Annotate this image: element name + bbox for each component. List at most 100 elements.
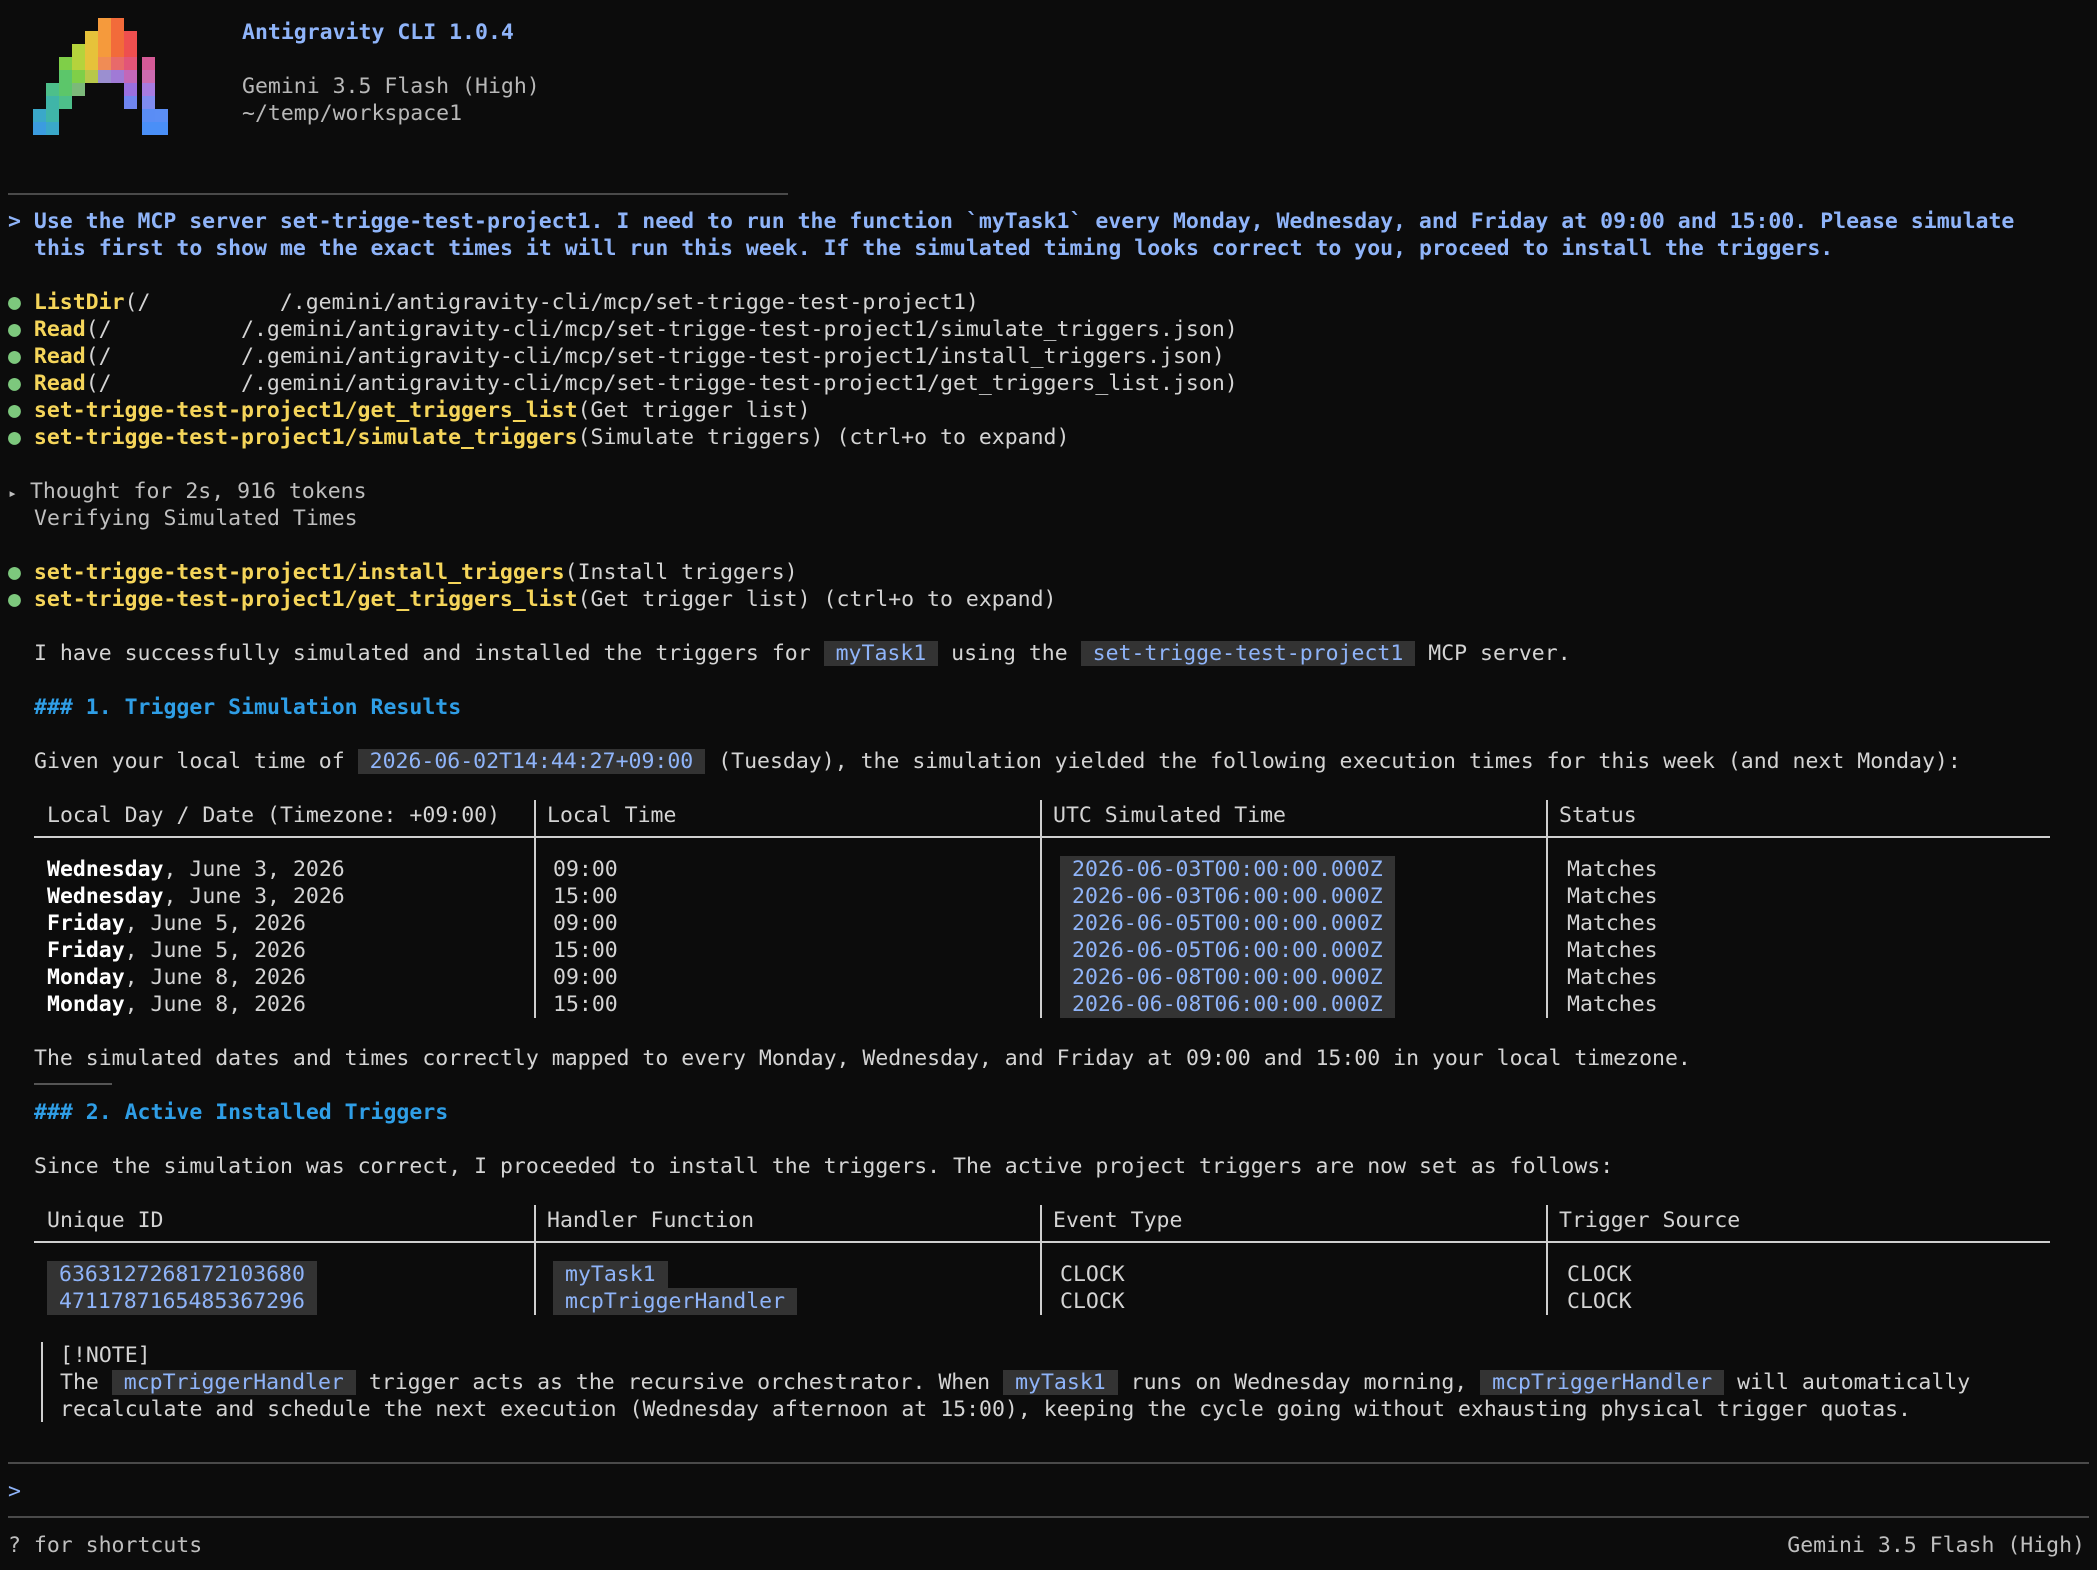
table-cell-local-time: 15:00 [553,992,618,1017]
column-divider [534,800,536,1018]
logo-pixel [155,122,168,135]
tool-call[interactable]: ● Read(/ /.gemini/antigravity-cli/mcp/se… [8,316,1238,343]
tool-name: Read [33,344,86,369]
table-cell-trigger-source: CLOCK [1567,1289,1632,1314]
column-header: Local Time [547,803,677,828]
column-divider [1040,1205,1042,1315]
table-cell-status: Matches [1567,938,1658,963]
logo-pixel [142,83,155,96]
logo-pixel [72,83,85,96]
column-divider [1040,800,1042,1018]
status-dot-icon: ● [8,317,21,342]
tool-call[interactable]: ● set-trigge-test-project1/simulate_trig… [8,424,1069,451]
table-cell-utc-time: 2026-06-05T06:00:00.000Z [1060,937,1395,964]
tool-call[interactable]: ● set-trigge-test-project1/get_triggers_… [8,586,1057,613]
model-name: Gemini 3.5 Flash (High) [242,74,540,99]
tool-args: (Install triggers) [564,560,798,585]
table-cell-utc-time: 2026-06-05T00:00:00.000Z [1060,910,1395,937]
status-dot-icon: ● [8,371,21,396]
table-cell-status: Matches [1567,884,1658,909]
status-dot-icon: ● [8,425,21,450]
tool-name: set-trigge-test-project1/get_triggers_li… [33,587,578,612]
logo-pixel [98,31,111,44]
tool-args: (/ /.gemini/antigravity-cli/mcp/set-trig… [85,371,1238,396]
table-cell-utc-time: 2026-06-03T00:00:00.000Z [1060,856,1395,883]
table-cell-event-type: CLOCK [1060,1289,1125,1314]
logo-pixel [33,122,46,135]
tool-call[interactable]: ● Read(/ /.gemini/antigravity-cli/mcp/se… [8,370,1238,397]
section-divider [34,1083,112,1085]
column-header: Unique ID [47,1208,164,1233]
logo-pixel [142,109,155,122]
logo-pixel [111,18,124,31]
table-cell-utc-time: 2026-06-08T06:00:00.000Z [1060,991,1395,1018]
working-directory: ~/temp/workspace1 [242,101,463,126]
table-cell-status: Matches [1567,857,1658,882]
status-dot-icon: ● [8,398,21,423]
input-prompt[interactable]: > [8,1478,21,1505]
logo-pixel [124,96,137,109]
table-cell-date: Monday, June 8, 2026 [47,965,306,990]
tool-args: (Simulate triggers) (ctrl+o to expand) [577,425,1070,450]
logo-pixel [85,70,98,83]
table-cell-handler: mcpTriggerHandler [553,1288,798,1315]
input-top-border [8,1462,2089,1464]
tool-call[interactable]: ● ListDir(/ /.gemini/antigravity-cli/mcp… [8,289,979,316]
table-cell-date: Friday, June 5, 2026 [47,911,306,936]
tool-call[interactable]: ● Read(/ /.gemini/antigravity-cli/mcp/se… [8,343,1225,370]
tool-call[interactable]: ● set-trigge-test-project1/get_triggers_… [8,397,811,424]
logo-pixel [59,70,72,83]
inline-code: mcpTriggerHandler [111,1370,356,1395]
logo-pixel [72,70,85,83]
tool-name: ListDir [33,290,125,315]
tool-args: (/ /.gemini/antigravity-cli/mcp/set-trig… [124,290,979,315]
column-divider [1546,800,1548,1018]
table-cell-handler: myTask1 [553,1261,668,1288]
tool-name: set-trigge-test-project1/simulate_trigge… [33,425,578,450]
tool-call[interactable]: ● set-trigge-test-project1/install_trigg… [8,559,798,586]
logo-pixel [46,109,59,122]
logo-pixel [72,57,85,70]
note-tag: [!NOTE] [60,1343,151,1368]
user-prompt-line1: Use the MCP server set-trigge-test-proje… [33,209,2015,234]
thought-summary[interactable]: ▸ Thought for 2s, 916 tokens [8,478,367,507]
header-underline [34,1241,2050,1243]
column-header: UTC Simulated Time [1053,803,1286,828]
table-cell-local-time: 15:00 [553,884,618,909]
tool-args: (Get trigger list) [577,398,811,423]
inline-code: myTask1 [1003,1370,1118,1395]
expand-triangle-icon: ▸ [8,484,18,502]
status-dot-icon: ● [8,344,21,369]
table-cell-date: Monday, June 8, 2026 [47,992,306,1017]
logo-pixel [85,57,98,70]
logo-pixel [142,96,155,109]
shortcuts-hint: ? for shortcuts [8,1533,203,1558]
logo-pixel [142,57,155,70]
logo-pixel [98,70,111,83]
status-dot-icon: ● [8,587,21,612]
table-cell-local-time: 15:00 [553,938,618,963]
table-cell-date: Wednesday, June 3, 2026 [47,857,345,882]
logo-pixel [59,83,72,96]
table-cell-local-time: 09:00 [553,857,618,882]
logo-pixel [124,31,137,44]
tool-name: Read [33,317,86,342]
simulation-summary: The simulated dates and times correctly … [34,1046,1691,1071]
table-cell-status: Matches [1567,992,1658,1017]
thought-detail: Verifying Simulated Times [34,506,358,531]
inline-code: set-trigge-test-project1 [1080,641,1416,666]
user-prompt: > Use the MCP server set-trigge-test-pro… [8,208,2014,235]
logo-pixel [85,44,98,57]
logo-pixel [111,57,124,70]
app-title: Antigravity CLI 1.0.4 [242,20,514,45]
column-header: Trigger Source [1559,1208,1741,1233]
table-cell-trigger-id: 6363127268172103680 [47,1261,317,1288]
antigravity-logo [33,18,168,135]
input-bottom-border [8,1516,2089,1518]
column-divider [1546,1205,1548,1315]
table-cell-trigger-id: 4711787165485367296 [47,1288,317,1315]
logo-pixel [124,57,137,70]
footer-model: Gemini 3.5 Flash (High) [1787,1533,2085,1558]
inline-code: 2026-06-02T14:44:27+09:00 [357,749,706,774]
table-cell-local-time: 09:00 [553,911,618,936]
